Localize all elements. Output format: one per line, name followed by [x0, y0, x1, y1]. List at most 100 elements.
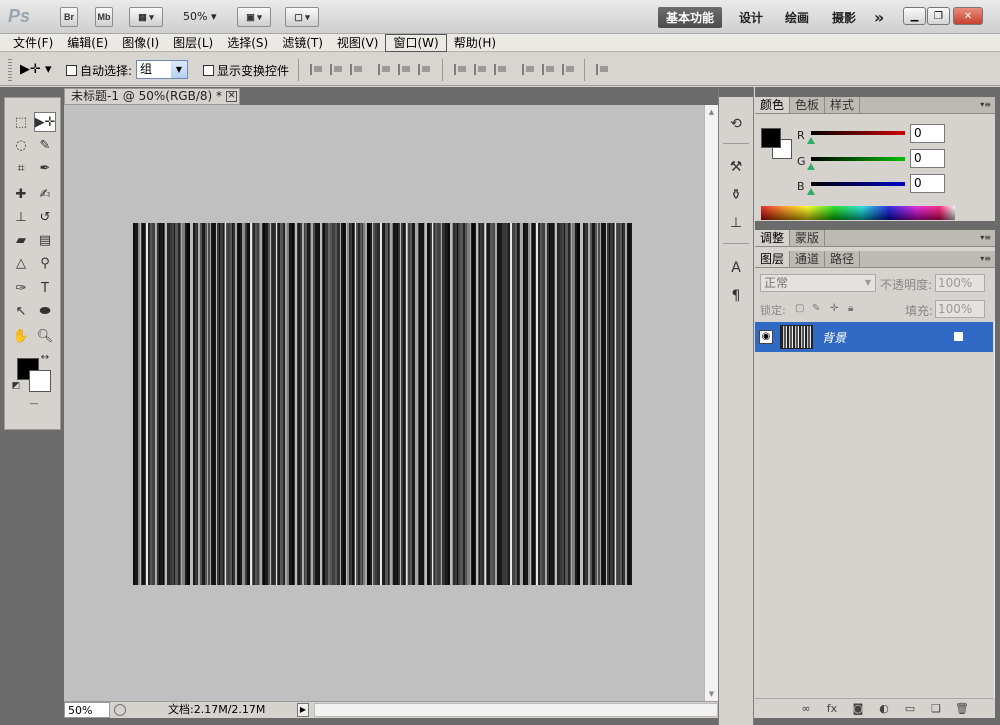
- align-left-edges-icon[interactable]: [378, 64, 392, 75]
- menu-layer[interactable]: 图层(L): [166, 35, 220, 51]
- history-brush-tool-icon[interactable]: ↺: [34, 207, 56, 227]
- workspace-essentials-button[interactable]: 基本功能: [658, 7, 723, 28]
- vertical-scrollbar[interactable]: ▲ ▼: [704, 105, 718, 701]
- menu-edit[interactable]: 编辑(E): [60, 35, 115, 51]
- path-selection-tool-icon[interactable]: ↖: [10, 301, 32, 321]
- align-top-edges-icon[interactable]: [310, 64, 324, 75]
- horizontal-scrollbar[interactable]: [314, 703, 718, 717]
- swap-colors-icon[interactable]: ↔: [38, 350, 52, 364]
- auto-select-option[interactable]: 自动选择:: [66, 62, 132, 79]
- brush-panel-icon[interactable]: ⚱: [726, 185, 746, 205]
- show-transform-option[interactable]: 显示变换控件: [203, 62, 289, 79]
- brush-tool-icon[interactable]: ✍: [34, 184, 56, 204]
- right-panels-header[interactable]: [755, 87, 995, 97]
- status-menu-arrow-icon[interactable]: ▶: [297, 703, 309, 717]
- fill-field[interactable]: 100%: [935, 300, 985, 318]
- background-color-swatch[interactable]: [29, 370, 51, 392]
- workspace-painting-button[interactable]: 绘画: [777, 7, 817, 28]
- panel-menu-icon[interactable]: ▾≡: [980, 233, 991, 242]
- tab-masks[interactable]: 蒙版: [790, 230, 826, 246]
- quick-mask-icon[interactable]: —: [22, 399, 46, 409]
- eyedropper-tool-icon[interactable]: ✒: [34, 158, 56, 178]
- clone-stamp-tool-icon[interactable]: ⊥: [10, 207, 32, 227]
- ellipse-tool-icon[interactable]: ⬬: [34, 301, 56, 321]
- auto-align-layers-icon[interactable]: [596, 64, 610, 75]
- workspace-design-button[interactable]: 设计: [731, 7, 771, 28]
- quick-selection-tool-icon[interactable]: ✎: [34, 135, 56, 155]
- type-tool-icon[interactable]: T: [34, 278, 56, 298]
- lock-transparency-icon[interactable]: ▢: [795, 303, 806, 314]
- panel-menu-icon[interactable]: ▾≡: [980, 254, 991, 263]
- tab-layers[interactable]: 图层: [755, 251, 791, 267]
- tab-paths[interactable]: 路径: [825, 251, 861, 267]
- character-panel-icon[interactable]: A: [726, 258, 746, 278]
- delete-layer-icon[interactable]: 🗑︎: [955, 702, 969, 715]
- scroll-up-icon[interactable]: ▲: [705, 105, 718, 119]
- auto-select-checkbox[interactable]: [66, 65, 77, 76]
- red-value-field[interactable]: 0: [910, 124, 945, 143]
- panel-menu-icon[interactable]: ▾≡: [980, 100, 991, 109]
- menu-select[interactable]: 选择(S): [220, 35, 275, 51]
- gradient-tool-icon[interactable]: ▤: [34, 230, 56, 250]
- arrange-documents-button[interactable]: ▣ ▾: [237, 7, 271, 27]
- tab-channels[interactable]: 通道: [790, 251, 826, 267]
- layer-name[interactable]: 背景: [822, 329, 846, 346]
- new-adjustment-layer-icon[interactable]: ◐: [877, 702, 891, 715]
- distribute-left-edges-icon[interactable]: [522, 64, 536, 75]
- paragraph-panel-icon[interactable]: ¶: [726, 286, 746, 306]
- opacity-field[interactable]: 100%: [935, 274, 985, 292]
- blue-slider-thumb[interactable]: [807, 188, 815, 195]
- crop-tool-icon[interactable]: ⌗: [10, 158, 32, 178]
- rectangular-marquee-tool-icon[interactable]: ⬚: [10, 112, 32, 132]
- eye-icon[interactable]: ◉: [759, 330, 773, 344]
- lasso-tool-icon[interactable]: ◌: [10, 135, 32, 155]
- tool-preset-picker[interactable]: ▶✛ ▾: [20, 62, 52, 77]
- dodge-tool-icon[interactable]: ⚲: [34, 253, 56, 273]
- tab-adjustments[interactable]: 调整: [755, 230, 791, 246]
- tool-presets-panel-icon[interactable]: ⚒: [726, 157, 746, 177]
- close-window-button[interactable]: ✕: [953, 7, 983, 25]
- green-value-field[interactable]: 0: [910, 149, 945, 168]
- show-transform-checkbox[interactable]: [203, 65, 214, 76]
- menu-window[interactable]: 窗口(W): [385, 33, 447, 52]
- lock-all-icon[interactable]: 🔒︎: [848, 303, 859, 314]
- close-document-icon[interactable]: ✕: [226, 91, 237, 102]
- zoom-level-dropdown[interactable]: 50% ▾: [183, 10, 216, 23]
- move-tool-icon[interactable]: ▶✛: [34, 112, 56, 132]
- distribute-bottom-edges-icon[interactable]: [494, 64, 508, 75]
- menu-image[interactable]: 图像(I): [115, 35, 166, 51]
- scroll-down-icon[interactable]: ▼: [705, 687, 718, 701]
- tab-swatches[interactable]: 色板: [790, 97, 826, 113]
- align-vertical-centers-icon[interactable]: [330, 64, 344, 75]
- blend-mode-dropdown[interactable]: 正常 ▼: [760, 274, 876, 292]
- zoom-tool-icon[interactable]: 🔍︎: [34, 326, 56, 346]
- align-horizontal-centers-icon[interactable]: [398, 64, 412, 75]
- status-info-icon[interactable]: [114, 704, 126, 716]
- distribute-top-edges-icon[interactable]: [454, 64, 468, 75]
- menu-help[interactable]: 帮助(H): [447, 35, 503, 51]
- more-workspaces-button[interactable]: »: [866, 7, 892, 28]
- red-slider-thumb[interactable]: [807, 137, 815, 144]
- workspace-photography-button[interactable]: 摄影: [824, 7, 864, 28]
- blur-tool-icon[interactable]: △: [10, 253, 32, 273]
- launch-mini-bridge-button[interactable]: Mb: [95, 7, 113, 27]
- view-extras-button[interactable]: ▦ ▾: [129, 7, 163, 27]
- options-bar-grip[interactable]: [8, 59, 12, 81]
- color-spectrum-ramp[interactable]: [761, 206, 955, 220]
- green-slider-thumb[interactable]: [807, 163, 815, 170]
- green-channel-slider[interactable]: [811, 157, 905, 161]
- tab-styles[interactable]: 样式: [825, 97, 861, 113]
- add-mask-icon[interactable]: ◙: [851, 702, 865, 715]
- layer-style-icon[interactable]: fx: [825, 702, 839, 715]
- toolbox-header[interactable]: [4, 87, 61, 97]
- menu-view[interactable]: 视图(V): [330, 35, 386, 51]
- align-right-edges-icon[interactable]: [418, 64, 432, 75]
- history-panel-icon[interactable]: ⟲: [726, 114, 746, 134]
- align-bottom-edges-icon[interactable]: [350, 64, 364, 75]
- blue-value-field[interactable]: 0: [910, 174, 945, 193]
- distribute-vertical-centers-icon[interactable]: [474, 64, 488, 75]
- menu-filter[interactable]: 滤镜(T): [275, 35, 330, 51]
- pen-tool-icon[interactable]: ✑: [10, 278, 32, 298]
- auto-select-target-dropdown[interactable]: 组 ▼: [136, 60, 188, 79]
- link-layers-icon[interactable]: ∞: [799, 702, 813, 715]
